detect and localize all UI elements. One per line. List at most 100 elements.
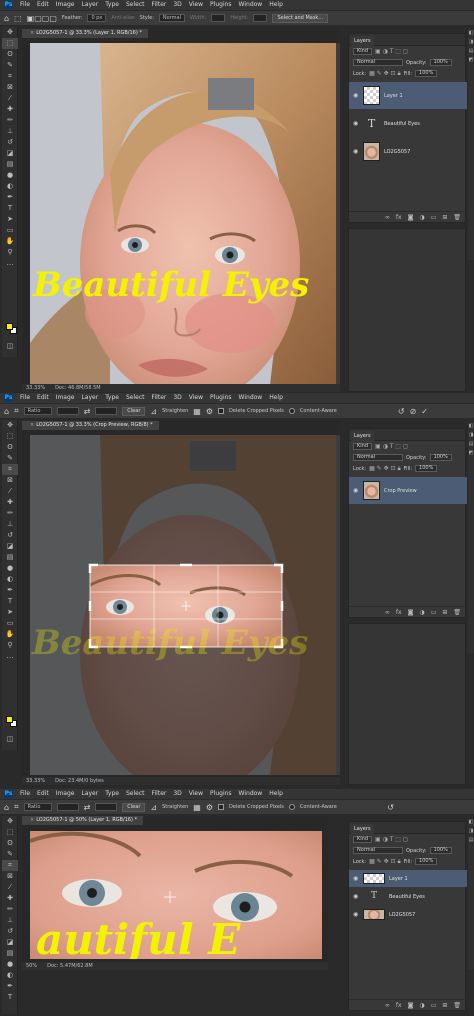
healing-tool-icon[interactable]: ✚ [2,893,18,904]
menu-filter[interactable]: Filter [152,393,167,403]
menu-window[interactable]: Window [239,789,263,799]
menu-help[interactable]: Help [269,0,283,10]
menu-file[interactable]: File [20,0,30,10]
menu-filter[interactable]: Filter [152,0,167,10]
new-layer-icon[interactable]: ⊞ [442,609,447,616]
select-and-mask-button[interactable]: Select and Mask... [272,13,329,23]
panel-icon[interactable]: ◨ [468,39,474,48]
antialias-checkbox[interactable]: Anti-alias [111,15,134,21]
kind-filter-select[interactable]: Kind [353,48,373,55]
menu-window[interactable]: Window [239,0,263,10]
brush-tool-icon[interactable]: ✏ [2,904,18,915]
eye-icon[interactable]: ◉ [353,120,359,127]
menu-plugins[interactable]: Plugins [210,393,232,403]
mask-icon[interactable]: ◙ [408,1002,414,1009]
fx-icon[interactable]: fx [396,214,402,221]
eye-icon[interactable]: ◉ [353,911,359,918]
trash-icon[interactable]: 🗑︎ [453,214,461,221]
menu-plugins[interactable]: Plugins [210,0,232,10]
dodge-tool-icon[interactable]: ◐ [2,574,18,585]
path-select-tool-icon[interactable]: ➤ [2,214,18,225]
zoom-tool-icon[interactable]: ⚲ [2,247,18,258]
menu-filter[interactable]: Filter [152,789,167,799]
image-canvas[interactable]: Beautiful Eyes [30,43,336,385]
move-tool-icon[interactable]: ✥ [2,27,18,38]
layer-row[interactable]: ◉ LO2G5057 [349,138,467,165]
eraser-tool-icon[interactable]: ◪ [2,937,18,948]
lasso-tool-icon[interactable]: ʘ [2,838,18,849]
menu-edit[interactable]: Edit [37,393,49,403]
move-tool-icon[interactable]: ✥ [2,816,18,827]
menu-view[interactable]: View [189,0,203,10]
layer-row[interactable]: ◉ Crop Preview [349,477,467,504]
layer-row[interactable]: ◉ LO2G5057 [349,906,467,923]
lock-icons[interactable]: ▦ ✎ ✥ ⊡ 🔒︎ [369,465,401,473]
hand-tool-icon[interactable]: ✋ [2,236,18,247]
mask-icon[interactable]: ◙ [408,214,414,221]
menu-edit[interactable]: Edit [37,0,49,10]
lasso-tool-icon[interactable]: ʘ [2,49,18,60]
reset-icon[interactable]: ↺ [387,803,394,812]
blur-tool-icon[interactable]: ● [2,563,18,574]
layer-row[interactable]: ◉ T Beautiful Eyes [349,110,467,137]
zoom-level[interactable]: 50% [26,963,37,969]
panel-icon[interactable]: ▤ [468,441,474,450]
close-tab-icon[interactable]: × [30,817,34,823]
lasso-tool-icon[interactable]: ʘ [2,442,18,453]
eraser-tool-icon[interactable]: ◪ [2,541,18,552]
straighten-label[interactable]: Straighten [162,408,188,414]
opacity-input[interactable]: 100% [429,59,452,66]
fill-input[interactable]: 100% [415,70,438,77]
history-brush-tool-icon[interactable]: ↺ [2,530,18,541]
adjustment-icon[interactable]: ◑ [419,1002,424,1009]
trash-icon[interactable]: 🗑︎ [453,1002,461,1009]
quick-select-tool-icon[interactable]: ✎ [2,849,18,860]
clear-button[interactable]: Clear [122,802,146,812]
group-icon[interactable]: ▭ [431,609,437,616]
marquee-tool-icon[interactable]: ⬚ [2,827,18,838]
home-icon[interactable]: ⌂ [4,14,9,23]
crop-icon[interactable]: ⌗ [14,406,19,416]
menu-edit[interactable]: Edit [37,789,49,799]
menu-view[interactable]: View [189,393,203,403]
marquee-icon[interactable]: ⬚ [14,14,22,23]
stamp-tool-icon[interactable]: ⊥ [2,519,18,530]
panel-icon[interactable]: ◧ [468,819,474,828]
layer-row[interactable]: ◉ Layer 1 [349,870,467,887]
frame-tool-icon[interactable]: ⊠ [2,475,18,486]
trash-icon[interactable]: 🗑︎ [453,609,461,616]
straighten-label[interactable]: Straighten [162,804,188,810]
brush-tool-icon[interactable]: ✏ [2,508,18,519]
feather-input[interactable]: 0 px [87,14,107,22]
type-tool-icon[interactable]: T [2,203,18,214]
more-tools-icon[interactable]: … [2,651,18,662]
link-layers-icon[interactable]: ∞ [385,1002,390,1009]
delete-cropped-checkbox[interactable] [218,804,225,810]
content-aware-checkbox[interactable] [288,804,295,810]
shape-tool-icon[interactable]: ▭ [2,618,18,629]
image-canvas[interactable]: autiful E [30,831,322,959]
blur-tool-icon[interactable]: ● [2,959,18,970]
foreground-color-swatch[interactable] [6,323,13,330]
layer-row[interactable]: ◉ Layer 1 [349,82,467,109]
menu-select[interactable]: Select [126,0,145,10]
type-tool-icon[interactable]: T [2,992,18,1003]
menu-select[interactable]: Select [126,789,145,799]
kind-filter-select[interactable]: Kind [353,443,373,450]
gradient-tool-icon[interactable]: ▤ [2,159,18,170]
frame-tool-icon[interactable]: ⊠ [2,82,18,93]
content-aware-checkbox[interactable] [288,408,295,414]
brush-tool-icon[interactable]: ✏ [2,115,18,126]
healing-tool-icon[interactable]: ✚ [2,497,18,508]
eyedropper-tool-icon[interactable]: ⁄ [2,93,18,104]
filter-icons[interactable]: ▣ ◑ T ⬚ ◻ [375,836,408,843]
menu-plugins[interactable]: Plugins [210,789,232,799]
quick-mask-icon[interactable]: ◫ [2,734,18,745]
eyedropper-tool-icon[interactable]: ⁄ [2,882,18,893]
panel-icon[interactable]: ◨ [468,828,474,837]
quick-select-tool-icon[interactable]: ✎ [2,453,18,464]
fill-input[interactable]: 100% [415,858,438,865]
shape-tool-icon[interactable]: ▭ [2,225,18,236]
ratio-height-input[interactable] [95,803,118,811]
menu-view[interactable]: View [189,789,203,799]
